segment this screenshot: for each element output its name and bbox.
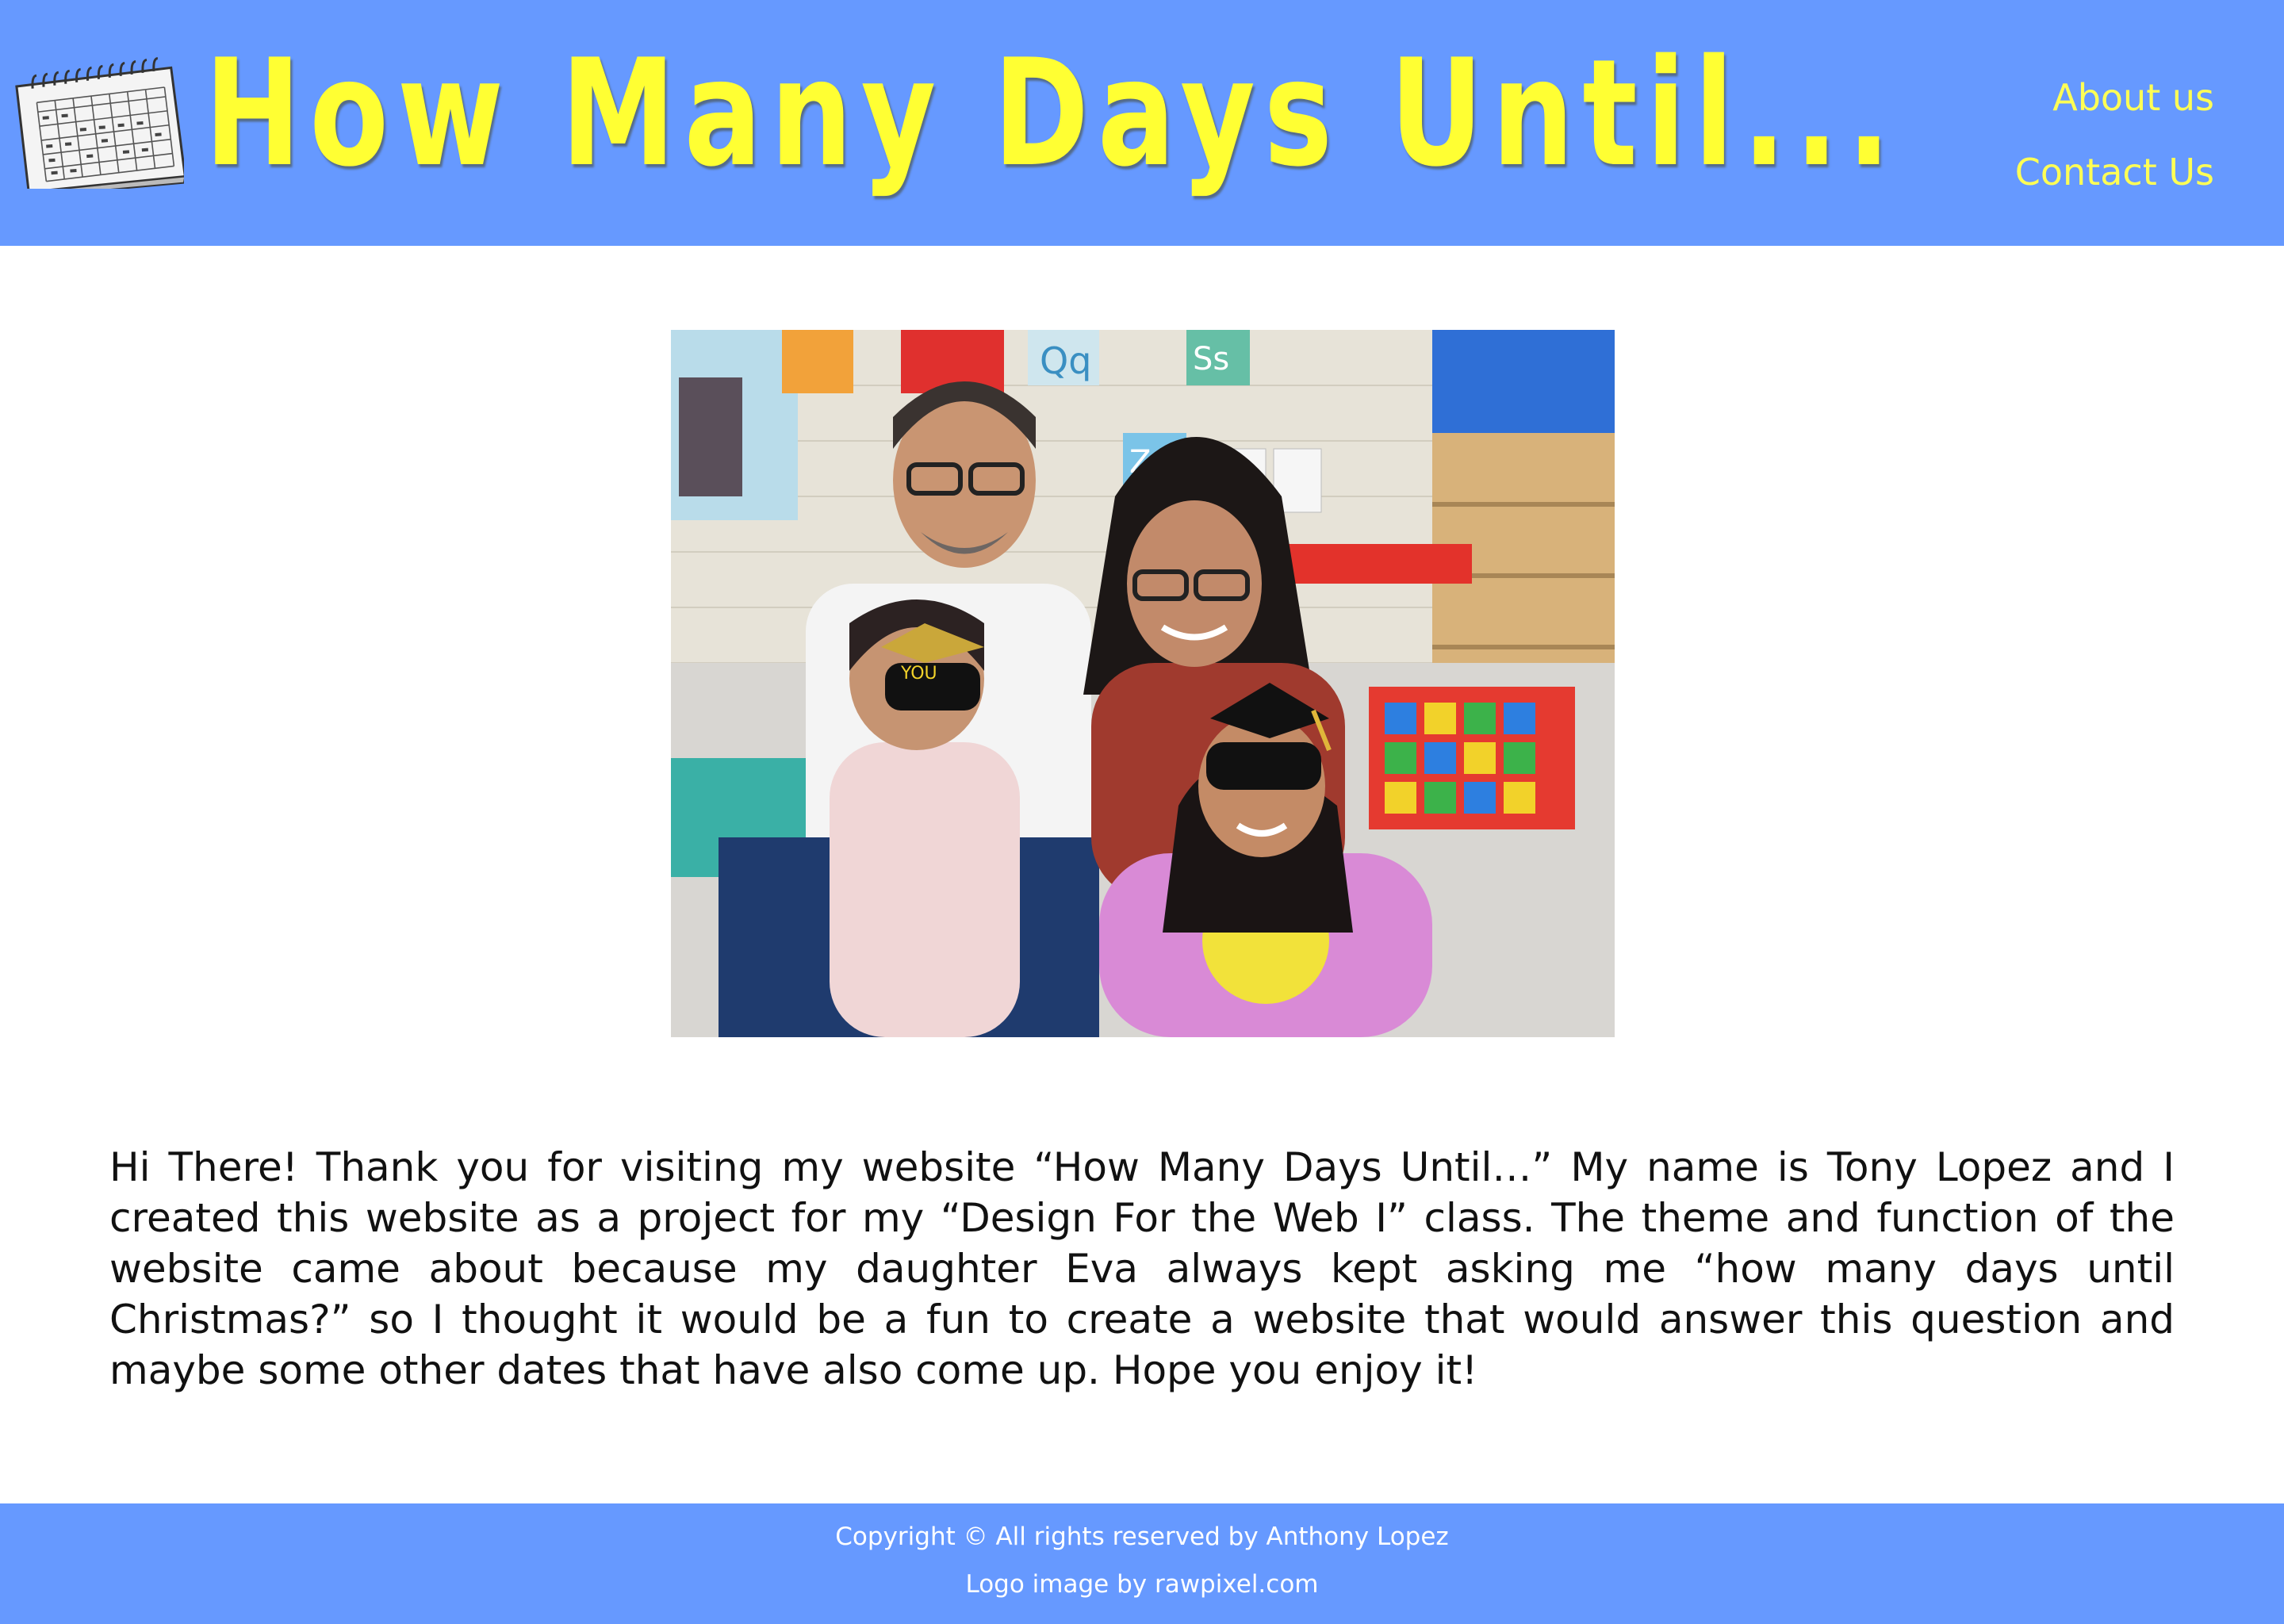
nav-about-us[interactable]: About us [2015, 60, 2214, 135]
site-header: How Many Days Until... About us Contact … [0, 0, 2284, 246]
svg-text:YOU: YOU [900, 664, 937, 684]
calendar-icon [15, 57, 184, 189]
family-photo: Qq Ss Zz [671, 330, 1615, 1037]
nav-contact-us[interactable]: Contact Us [2015, 135, 2214, 209]
logo-credit-text: Logo image by rawpixel.com [965, 1570, 1319, 1599]
svg-text:Qq: Qq [1040, 339, 1091, 382]
intro-paragraph: Hi There! Thank you for visiting my webs… [109, 1144, 2175, 1393]
site-footer: Copyright © All rights reserved by Antho… [0, 1503, 2284, 1624]
site-title: How Many Days Until... [205, 27, 1900, 199]
family-photo-illustration: Qq Ss Zz [671, 330, 1615, 1037]
main-nav: About us Contact Us [2015, 60, 2214, 209]
copyright-text: Copyright © All rights reserved by Antho… [835, 1522, 1449, 1551]
svg-text:Ss: Ss [1193, 341, 1229, 377]
